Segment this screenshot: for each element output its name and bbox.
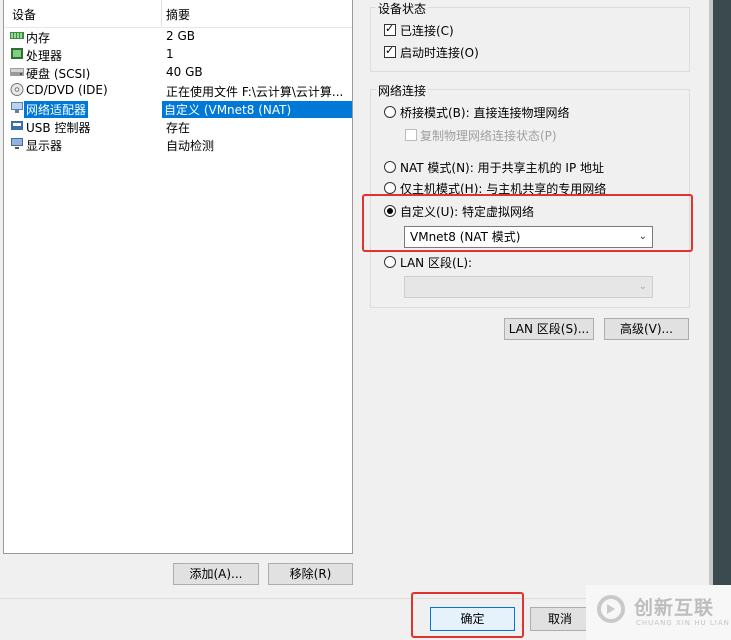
column-header-device[interactable]: 设备: [12, 6, 36, 23]
host-only-radio[interactable]: [384, 182, 396, 194]
cancel-button[interactable]: 取消: [530, 607, 590, 631]
device-summary: 2 GB: [166, 29, 195, 43]
watermark-logo-icon: [597, 595, 625, 623]
nat-label[interactable]: NAT 模式(N): 用于共享主机的 IP 地址: [400, 159, 604, 176]
replicate-state-checkbox[interactable]: [405, 129, 417, 141]
device-row-usb-controller[interactable]: USB 控制器 存在: [4, 117, 352, 135]
cd-dvd-icon: [10, 83, 24, 96]
device-summary: 1: [166, 47, 174, 61]
device-row-network-adapter[interactable]: 网络适配器 自定义 (VMnet8 (NAT): [4, 99, 352, 118]
processor-icon: [11, 48, 23, 59]
device-row-memory[interactable]: 内存 2 GB: [4, 27, 352, 45]
watermark-brand: 创新互联: [634, 597, 715, 619]
lan-segment-label[interactable]: LAN 区段(L):: [400, 254, 472, 271]
display-icon: [11, 138, 23, 149]
lan-segment-select[interactable]: ⌄: [404, 276, 653, 298]
device-summary: 存在: [166, 121, 191, 135]
device-status-title: 设备状态: [376, 0, 429, 17]
device-list[interactable]: 设备 摘要 内存 2 GB 处理器 1 硬盘 (SCSI) 40 GB CD/D…: [3, 0, 353, 554]
device-row-hard-disk[interactable]: 硬盘 (SCSI) 40 GB: [4, 63, 352, 81]
memory-icon: [10, 32, 24, 39]
connected-checkbox[interactable]: [384, 22, 396, 36]
connect-at-power-on-checkbox[interactable]: [384, 44, 396, 58]
device-name: 硬盘 (SCSI): [26, 67, 91, 81]
device-name: 处理器: [26, 49, 63, 63]
device-name: 显示器: [26, 139, 63, 153]
column-header-summary[interactable]: 摘要: [166, 6, 190, 23]
highlight-box-custom: [362, 194, 693, 252]
network-adapter-icon: [11, 102, 23, 113]
lan-segments-button[interactable]: LAN 区段(S)...: [504, 318, 594, 340]
watermark: 创新互联 CHUANG XIN HU LIAN: [586, 585, 731, 640]
dialog-right-border: [709, 0, 713, 585]
device-name: 内存: [26, 31, 51, 45]
watermark-subtitle: CHUANG XIN HU LIAN: [636, 619, 730, 627]
bridged-label[interactable]: 桥接模式(B): 直接连接物理网络: [400, 104, 569, 121]
replicate-state-label[interactable]: 复制物理网络连接状态(P): [420, 127, 557, 144]
device-summary: 正在使用文件 F:\云计算\云计算...: [166, 85, 344, 99]
device-name: USB 控制器: [26, 121, 91, 135]
advanced-button[interactable]: 高级(V)...: [604, 318, 689, 340]
device-row-cd-dvd[interactable]: CD/DVD (IDE) 正在使用文件 F:\云计算\云计算...: [4, 81, 352, 99]
device-name: CD/DVD (IDE): [26, 83, 108, 97]
connected-label[interactable]: 已连接(C): [400, 22, 454, 39]
connect-at-power-on-label[interactable]: 启动时连接(O): [400, 44, 479, 61]
bridged-radio[interactable]: [384, 106, 396, 118]
device-summary: 40 GB: [166, 65, 203, 79]
hard-disk-icon: [10, 68, 24, 76]
device-summary: 自动检测: [166, 139, 215, 153]
lan-segment-radio[interactable]: [384, 256, 396, 268]
device-row-display[interactable]: 显示器 自动检测: [4, 135, 352, 153]
nat-radio[interactable]: [384, 161, 396, 173]
network-connection-title: 网络连接: [376, 82, 429, 99]
usb-icon: [11, 121, 23, 130]
device-row-processor[interactable]: 处理器 1: [4, 45, 352, 63]
column-separator[interactable]: [161, 0, 162, 28]
device-name: 网络适配器: [24, 101, 89, 118]
highlight-box-ok: [411, 592, 524, 638]
add-device-button[interactable]: 添加(A)...: [173, 563, 259, 585]
remove-device-button[interactable]: 移除(R): [268, 563, 353, 585]
chevron-down-icon: ⌄: [638, 281, 647, 292]
device-summary: 自定义 (VMnet8 (NAT): [162, 101, 352, 118]
